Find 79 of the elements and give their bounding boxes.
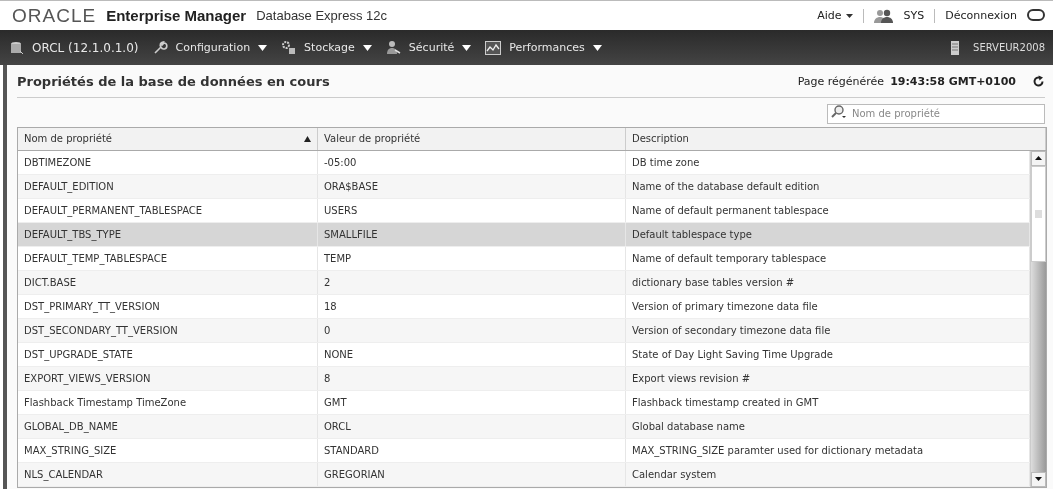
refreshed-time: 19:43:58 GMT+0100 <box>890 74 1016 88</box>
table-cell: DST_UPGRADE_STATE <box>18 342 318 366</box>
chart-icon <box>485 40 502 55</box>
user-name: SYS <box>903 9 925 22</box>
table-cell: EXPORT_VIEWS_VERSION <box>18 366 318 390</box>
table-cell: DEFAULT_EDITION <box>18 174 318 198</box>
caret-icon <box>462 44 472 51</box>
edition-name: Database Express 12c <box>256 8 387 23</box>
refreshed-label: Page régénérée <box>797 74 885 88</box>
table-cell: 0 <box>318 318 626 342</box>
table-cell: Flashback Timestamp TimeZone <box>18 390 318 414</box>
table-row[interactable]: MAX_STRING_SIZE STANDARD MAX_STRING_SIZE paramter used for dictionary metadata <box>18 438 1030 463</box>
table-cell: DEFAULT_PERMANENT_TABLESPACE <box>18 198 318 222</box>
scrollbar[interactable] <box>1030 150 1046 487</box>
caret-icon <box>258 44 268 51</box>
search-field[interactable]: Nom de propriété <box>827 103 1045 124</box>
table-cell: DICT.BASE <box>18 270 318 294</box>
table-row[interactable]: EXPORT_VIEWS_VERSION 8 Export views revision # <box>18 366 1030 391</box>
table-row[interactable]: DICT.BASE 2 dictionary base tables version # <box>18 270 1030 295</box>
users-icon <box>385 40 401 55</box>
table-cell: DST_PRIMARY_TT_VERSION <box>18 294 318 318</box>
scrollbar-thumb[interactable] <box>1031 165 1046 262</box>
table-row[interactable]: DEFAULT_TBS_TYPE SMALLFILE Default tablespace type <box>18 222 1030 247</box>
table-row[interactable]: DEFAULT_TEMP_TABLESPACE TEMP Name of default temporary tablespace <box>18 246 1030 271</box>
table-cell: SMALLFILE <box>318 222 626 246</box>
column-header[interactable]: Nom de propriété <box>18 127 318 150</box>
database-icon <box>10 40 24 55</box>
logo-text: ORACLE <box>12 4 97 27</box>
table-cell: ORA$BASE <box>318 174 626 198</box>
table-row[interactable]: NLS_CALENDAR GREGORIAN Calendar system <box>18 462 1030 487</box>
table-cell: DEFAULT_TBS_TYPE <box>18 222 318 246</box>
table-cell: GLOBAL_DB_NAME <box>18 414 318 438</box>
table-cell: TEMP <box>318 246 626 270</box>
table-cell: MAX_STRING_SIZE <box>18 438 318 462</box>
table-cell: USERS <box>318 198 626 222</box>
caret-icon <box>592 44 602 51</box>
table-cell: ORCL <box>318 414 626 438</box>
table-row[interactable]: DBTIMEZONE -05:00 DB time zone <box>18 150 1030 175</box>
table-row[interactable]: DST_SECONDARY_TT_VERSION 0 Version of secondary timezone data file <box>18 318 1030 343</box>
table-cell: STANDARD <box>318 438 626 462</box>
page-title: Propriétés de la base de données en cours <box>17 73 330 89</box>
table-row[interactable]: DST_PRIMARY_TT_VERSION 18 Version of primary timezone data file <box>18 294 1030 319</box>
table-cell: DEFAULT_TEMP_TABLESPACE <box>18 246 318 270</box>
nav-menu[interactable]: Stockage <box>281 40 372 55</box>
table-row[interactable]: DEFAULT_PERMANENT_TABLESPACE USERS Name of default permanent tablespace <box>18 198 1030 223</box>
table-cell: GREGORIAN <box>318 462 626 486</box>
table-cell: NLS_CALENDAR <box>18 462 318 486</box>
caret-icon <box>362 44 372 51</box>
refresh-icon[interactable] <box>1032 74 1045 88</box>
table-cell: 2 <box>318 270 626 294</box>
table-row[interactable]: DST_UPGRADE_STATE NONE State of Day Light Saving Time Upgrade <box>18 342 1030 367</box>
table-cell: -05:00 <box>318 150 626 174</box>
table-cell: DBTIMEZONE <box>18 150 318 174</box>
server-name: SERVEUR2008 <box>973 42 1045 53</box>
table-cell: GMT <box>318 390 626 414</box>
caret-icon <box>845 13 853 18</box>
product-name: Enterprise Manager <box>106 7 247 24</box>
help-menu[interactable]: Aide <box>817 9 853 22</box>
column-header[interactable]: Valeur de propriété <box>318 127 626 150</box>
column-header[interactable]: Description <box>626 127 1046 150</box>
nav-menu[interactable]: Configuration <box>152 40 268 55</box>
table-row[interactable]: GLOBAL_DB_NAME ORCL Global database name <box>18 414 1030 439</box>
logout-link[interactable]: Déconnexion <box>945 9 1017 22</box>
table-cell: NONE <box>318 342 626 366</box>
table-row[interactable]: Flashback Timestamp TimeZone GMT Flashback timestamp created in GMT <box>18 390 1030 415</box>
database-menu[interactable]: ORCL (12.1.0.1.0) <box>10 40 139 55</box>
table-cell: 8 <box>318 366 626 390</box>
user-icon <box>873 8 894 23</box>
nav-menu[interactable]: Performances <box>485 40 602 55</box>
table-cell: 18 <box>318 294 626 318</box>
oval-logo-icon <box>1027 8 1045 23</box>
down-arrow-icon <box>1035 477 1042 481</box>
server-icon <box>951 40 960 55</box>
scroll-down-button[interactable] <box>1031 471 1046 487</box>
table-cell: DST_SECONDARY_TT_VERSION <box>18 318 318 342</box>
grip-icon <box>1035 209 1042 218</box>
nav-menu[interactable]: Sécurité <box>385 40 472 55</box>
table-row[interactable]: DEFAULT_EDITION ORA$BASE Name of the database default edition <box>18 174 1030 199</box>
up-arrow-icon <box>1035 156 1042 160</box>
